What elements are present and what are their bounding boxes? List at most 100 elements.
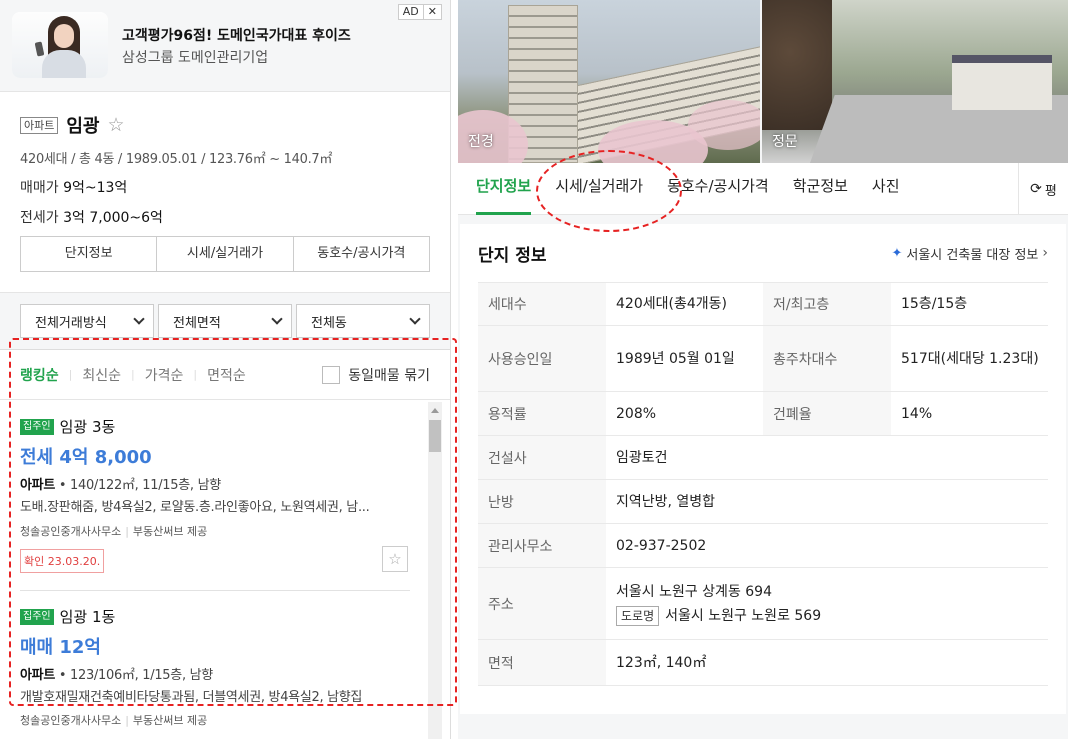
row-value: 02-937-2502 xyxy=(606,523,1048,568)
chevron-right-icon: › xyxy=(1042,245,1048,261)
scroll-thumb[interactable] xyxy=(429,420,441,452)
row-label: 총주차대수 xyxy=(763,325,891,392)
unit-toggle-button[interactable]: ⟳ 평 xyxy=(1018,163,1068,215)
provider-name: 부동산써브 제공 xyxy=(132,714,208,727)
sort-ranking[interactable]: 랭킹순 xyxy=(20,365,59,385)
row-label: 관리사무소 xyxy=(478,523,606,568)
listing-price: 전세 4억 8,000 xyxy=(20,447,152,468)
listing-favorite-star-icon[interactable]: ☆ xyxy=(382,546,408,572)
listing-price: 매매 12억 xyxy=(20,637,101,658)
row-value: 123㎡, 140㎡ xyxy=(606,639,1048,686)
row-value: 420세대(총4개동) xyxy=(606,282,763,326)
listing-name: 임광 1동 xyxy=(59,608,116,626)
chevron-down-icon xyxy=(133,313,145,325)
row-label: 주소 xyxy=(478,567,606,640)
seoul-logo-icon: ✦ xyxy=(891,245,903,261)
owner-badge: 집주인 xyxy=(20,608,54,625)
row-label: 사용승인일 xyxy=(478,325,606,392)
sort-price[interactable]: 가격순 xyxy=(145,365,184,385)
table-row: 주소 서울시 노원구 상계동 694 도로명 서울시 노원구 노원로 569 xyxy=(478,567,1048,640)
agency-name: 청솔공인중개사사무소 xyxy=(20,714,122,727)
provider-name: 부동산써브 제공 xyxy=(132,525,208,538)
table-row: 난방 지역난방, 열병합 xyxy=(478,479,1048,524)
filter-area[interactable]: 전체면적 xyxy=(158,304,292,338)
listing-panel: 고객평가96점! 도메인국가대표 후이즈 삼성그룹 도메인관리기업 AD ✕ 아… xyxy=(0,0,451,739)
row-value: 1989년 05월 01일 xyxy=(606,325,763,392)
filter-label: 전체동 xyxy=(311,315,347,331)
chevron-down-icon xyxy=(271,313,283,325)
refresh-icon: ⟳ xyxy=(1030,181,1042,197)
listing-agency-line: 청솔공인중개사사무소 | 부동산써브 제공 xyxy=(20,714,208,727)
table-row: 관리사무소 02-937-2502 xyxy=(478,523,1048,568)
photo-label: 정문 xyxy=(772,134,798,150)
owner-badge: 집주인 xyxy=(20,418,54,435)
filter-label: 전체거래방식 xyxy=(35,315,107,331)
ad-title[interactable]: 고객평가96점! 도메인국가대표 후이즈 xyxy=(122,25,351,45)
tab-market-price[interactable]: 시세/실거래가 xyxy=(555,163,643,215)
tab-photos[interactable]: 사진 xyxy=(872,163,900,215)
filter-trade-type[interactable]: 전체거래방식 xyxy=(20,304,154,338)
filter-bar: 전체거래방식 전체면적 전체동 xyxy=(0,293,450,350)
road-address-badge: 도로명 xyxy=(616,605,660,626)
detail-tabs: 단지정보 시세/실거래가 동호수/공시가격 학군정보 사진 ⟳ 평 xyxy=(458,163,1068,215)
sort-divider: | xyxy=(68,368,73,381)
sort-bar: 랭킹순 | 최신순 | 가격순 | 면적순 동일매물 묶기 xyxy=(0,350,450,400)
confirm-date-badge: 확인 23.03.20. xyxy=(20,549,105,573)
tab-school-info[interactable]: 학군정보 xyxy=(793,163,848,215)
card-title: 단지 정보 xyxy=(478,245,547,266)
row-label: 면적 xyxy=(478,639,606,686)
table-row: 사용승인일 1989년 05월 01일 총주차대수 517대(세대당 1.23대… xyxy=(478,325,1048,392)
listing-description: 도배.장판해줌, 방4욕실2, 로얄동.층.라인좋아요, 노원역세권, 남... xyxy=(20,500,370,515)
sort-divider: | xyxy=(193,368,198,381)
tab-unit-price[interactable]: 동호수/공시가격 xyxy=(667,163,769,215)
lease-price-line: 전세가 3억 7,000~6억 xyxy=(20,207,430,227)
lease-price-label: 전세가 xyxy=(20,210,59,226)
sort-latest[interactable]: 최신순 xyxy=(82,365,121,385)
row-label: 난방 xyxy=(478,479,606,524)
ad-banner[interactable]: 고객평가96점! 도메인국가대표 후이즈 삼성그룹 도메인관리기업 AD ✕ xyxy=(0,0,450,92)
summary-tab-market-price[interactable]: 시세/실거래가 xyxy=(157,237,294,271)
listing-spec-text: • 123/106㎡, 1/15층, 남향 xyxy=(54,668,213,683)
list-item[interactable]: 집주인 임광 3동 전세 4억 8,000 아파트 • 140/122㎡, 11… xyxy=(20,416,410,573)
summary-tab-complex-info[interactable]: 단지정보 xyxy=(21,237,158,271)
ad-label: AD xyxy=(402,5,419,18)
tab-complex-info[interactable]: 단지정보 xyxy=(476,163,532,215)
sort-area[interactable]: 면적순 xyxy=(207,365,246,385)
table-row: 세대수 420세대(총4개동) 저/최고층 15층/15층 xyxy=(478,282,1048,326)
listing-description: 개발호재밀재건축예비타당통과됨, 더블역세권, 방4욕실2, 남향집 xyxy=(20,690,363,705)
row-value: 15층/15층 xyxy=(891,282,1048,326)
listing-spec: 아파트 • 123/106㎡, 1/15층, 남향 xyxy=(20,664,410,683)
ad-tag: AD ✕ xyxy=(397,4,442,20)
summary-tabs: 단지정보 시세/실거래가 동호수/공시가격 xyxy=(20,236,430,272)
group-checkbox[interactable] xyxy=(322,365,341,384)
complex-name: 임광 xyxy=(66,116,100,137)
list-scrollbar[interactable] xyxy=(428,402,442,739)
property-type-badge: 아파트 xyxy=(20,116,59,134)
row-value: 14% xyxy=(891,391,1048,436)
photo-strip: 전경 정문 xyxy=(458,0,1068,163)
row-label: 용적률 xyxy=(478,391,606,436)
photo-exterior[interactable]: 전경 xyxy=(458,0,760,163)
unit-toggle-label: 평 xyxy=(1044,183,1057,199)
filter-label: 전체면적 xyxy=(173,315,221,331)
favorite-star-icon[interactable]: ☆ xyxy=(108,116,125,135)
next-card-edge xyxy=(458,722,1068,739)
detail-panel: 전경 정문 단지정보 시세/실거래가 동호수/공시가격 학군정보 사진 ⟳ 평 … xyxy=(458,0,1068,739)
list-item[interactable]: 집주인 임광 1동 매매 12억 아파트 • 123/106㎡, 1/15층, … xyxy=(20,606,410,705)
ad-close-icon[interactable]: ✕ xyxy=(422,5,441,19)
filter-building[interactable]: 전체동 xyxy=(296,304,430,338)
row-value: 임광토건 xyxy=(606,435,1048,480)
chevron-down-icon xyxy=(409,313,421,325)
photo-label: 전경 xyxy=(468,134,494,150)
row-value: 517대(세대당 1.23대) xyxy=(891,325,1048,392)
group-same-listings[interactable]: 동일매물 묶기 xyxy=(322,365,430,385)
listing-spec-text: • 140/122㎡, 11/15층, 남향 xyxy=(54,478,221,493)
building-register-label: 서울시 건축물 대장 정보 xyxy=(906,247,1039,263)
building-register-link[interactable]: ✦ 서울시 건축물 대장 정보 › xyxy=(891,244,1048,263)
complex-summary: 아파트 임광 ☆ 420세대 / 총 4동 / 1989.05.01 / 123… xyxy=(0,92,450,293)
sale-price-value: 9억~13억 xyxy=(63,180,128,196)
summary-tab-unit-price[interactable]: 동호수/공시가격 xyxy=(294,237,429,271)
list-divider xyxy=(20,590,410,591)
scroll-up-arrow-icon[interactable] xyxy=(431,408,439,413)
photo-main-gate[interactable]: 정문 xyxy=(762,0,1068,163)
